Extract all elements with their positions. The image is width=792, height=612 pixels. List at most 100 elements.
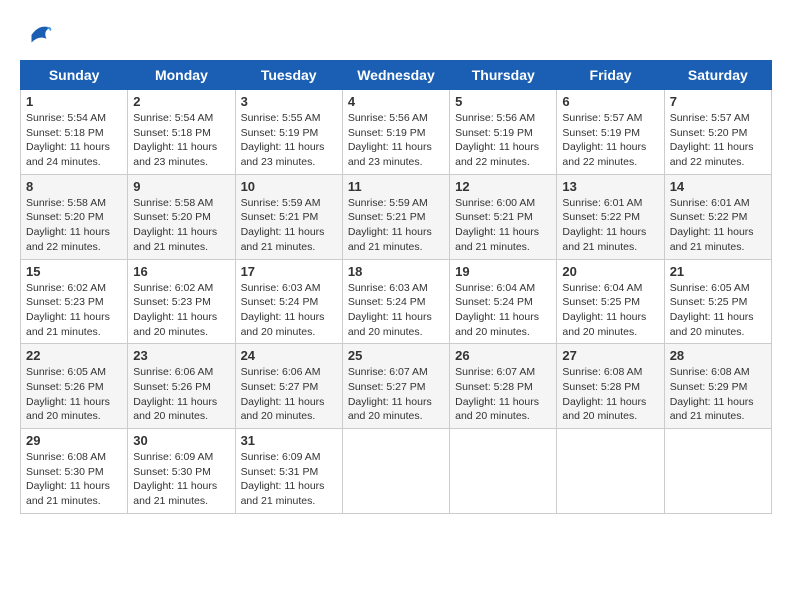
calendar-cell: 1 Sunrise: 5:54 AM Sunset: 5:18 PM Dayli… — [21, 90, 128, 175]
sunset-label: Sunset: 5:24 PM — [455, 296, 533, 308]
calendar-header-wednesday: Wednesday — [342, 61, 449, 90]
day-number: 25 — [348, 348, 444, 363]
day-info: Sunrise: 6:01 AM Sunset: 5:22 PM Dayligh… — [670, 196, 766, 255]
sunrise-label: Sunrise: 5:58 AM — [26, 197, 106, 209]
sunrise-label: Sunrise: 5:55 AM — [241, 112, 321, 124]
daylight-label: Daylight: 11 hours and 21 minutes. — [670, 396, 754, 423]
day-number: 16 — [133, 264, 229, 279]
calendar-cell: 21 Sunrise: 6:05 AM Sunset: 5:25 PM Dayl… — [664, 259, 771, 344]
day-number: 18 — [348, 264, 444, 279]
calendar-cell — [450, 429, 557, 514]
calendar-cell — [664, 429, 771, 514]
sunset-label: Sunset: 5:18 PM — [26, 127, 104, 139]
calendar-cell: 4 Sunrise: 5:56 AM Sunset: 5:19 PM Dayli… — [342, 90, 449, 175]
sunrise-label: Sunrise: 6:02 AM — [133, 282, 213, 294]
day-number: 6 — [562, 94, 658, 109]
day-info: Sunrise: 5:57 AM Sunset: 5:20 PM Dayligh… — [670, 111, 766, 170]
calendar-header-tuesday: Tuesday — [235, 61, 342, 90]
sunset-label: Sunset: 5:19 PM — [562, 127, 640, 139]
sunset-label: Sunset: 5:26 PM — [133, 381, 211, 393]
sunrise-label: Sunrise: 6:05 AM — [26, 366, 106, 378]
day-number: 17 — [241, 264, 337, 279]
day-number: 20 — [562, 264, 658, 279]
day-info: Sunrise: 6:06 AM Sunset: 5:27 PM Dayligh… — [241, 365, 337, 424]
day-number: 29 — [26, 433, 122, 448]
daylight-label: Daylight: 11 hours and 20 minutes. — [241, 311, 325, 338]
day-info: Sunrise: 5:59 AM Sunset: 5:21 PM Dayligh… — [241, 196, 337, 255]
daylight-label: Daylight: 11 hours and 24 minutes. — [26, 141, 110, 168]
daylight-label: Daylight: 11 hours and 20 minutes. — [348, 396, 432, 423]
daylight-label: Daylight: 11 hours and 20 minutes. — [562, 396, 646, 423]
day-number: 13 — [562, 179, 658, 194]
day-info: Sunrise: 6:01 AM Sunset: 5:22 PM Dayligh… — [562, 196, 658, 255]
sunrise-label: Sunrise: 6:03 AM — [241, 282, 321, 294]
sunset-label: Sunset: 5:21 PM — [241, 211, 319, 223]
calendar-body: 1 Sunrise: 5:54 AM Sunset: 5:18 PM Dayli… — [21, 90, 772, 514]
sunset-label: Sunset: 5:24 PM — [241, 296, 319, 308]
day-number: 12 — [455, 179, 551, 194]
daylight-label: Daylight: 11 hours and 20 minutes. — [133, 396, 217, 423]
sunrise-label: Sunrise: 6:06 AM — [133, 366, 213, 378]
calendar-header-saturday: Saturday — [664, 61, 771, 90]
calendar-week-2: 8 Sunrise: 5:58 AM Sunset: 5:20 PM Dayli… — [21, 174, 772, 259]
calendar-cell: 9 Sunrise: 5:58 AM Sunset: 5:20 PM Dayli… — [128, 174, 235, 259]
day-info: Sunrise: 5:56 AM Sunset: 5:19 PM Dayligh… — [348, 111, 444, 170]
sunset-label: Sunset: 5:27 PM — [348, 381, 426, 393]
sunrise-label: Sunrise: 5:57 AM — [562, 112, 642, 124]
day-info: Sunrise: 6:08 AM Sunset: 5:28 PM Dayligh… — [562, 365, 658, 424]
calendar-cell: 17 Sunrise: 6:03 AM Sunset: 5:24 PM Dayl… — [235, 259, 342, 344]
sunset-label: Sunset: 5:22 PM — [562, 211, 640, 223]
day-info: Sunrise: 6:05 AM Sunset: 5:25 PM Dayligh… — [670, 281, 766, 340]
calendar-cell: 13 Sunrise: 6:01 AM Sunset: 5:22 PM Dayl… — [557, 174, 664, 259]
calendar-cell: 10 Sunrise: 5:59 AM Sunset: 5:21 PM Dayl… — [235, 174, 342, 259]
calendar-cell: 23 Sunrise: 6:06 AM Sunset: 5:26 PM Dayl… — [128, 344, 235, 429]
sunset-label: Sunset: 5:30 PM — [133, 466, 211, 478]
sunrise-label: Sunrise: 6:06 AM — [241, 366, 321, 378]
daylight-label: Daylight: 11 hours and 21 minutes. — [241, 226, 325, 253]
sunset-label: Sunset: 5:22 PM — [670, 211, 748, 223]
day-number: 21 — [670, 264, 766, 279]
sunrise-label: Sunrise: 6:02 AM — [26, 282, 106, 294]
sunset-label: Sunset: 5:26 PM — [26, 381, 104, 393]
sunrise-label: Sunrise: 5:59 AM — [348, 197, 428, 209]
day-number: 9 — [133, 179, 229, 194]
calendar-cell: 26 Sunrise: 6:07 AM Sunset: 5:28 PM Dayl… — [450, 344, 557, 429]
calendar-cell: 18 Sunrise: 6:03 AM Sunset: 5:24 PM Dayl… — [342, 259, 449, 344]
calendar-cell: 15 Sunrise: 6:02 AM Sunset: 5:23 PM Dayl… — [21, 259, 128, 344]
day-number: 2 — [133, 94, 229, 109]
daylight-label: Daylight: 11 hours and 22 minutes. — [455, 141, 539, 168]
logo — [20, 20, 54, 50]
calendar-cell: 27 Sunrise: 6:08 AM Sunset: 5:28 PM Dayl… — [557, 344, 664, 429]
day-info: Sunrise: 6:09 AM Sunset: 5:30 PM Dayligh… — [133, 450, 229, 509]
calendar-header-sunday: Sunday — [21, 61, 128, 90]
day-info: Sunrise: 6:02 AM Sunset: 5:23 PM Dayligh… — [133, 281, 229, 340]
daylight-label: Daylight: 11 hours and 22 minutes. — [670, 141, 754, 168]
day-number: 23 — [133, 348, 229, 363]
sunrise-label: Sunrise: 5:54 AM — [26, 112, 106, 124]
daylight-label: Daylight: 11 hours and 23 minutes. — [348, 141, 432, 168]
calendar-cell: 8 Sunrise: 5:58 AM Sunset: 5:20 PM Dayli… — [21, 174, 128, 259]
sunset-label: Sunset: 5:21 PM — [348, 211, 426, 223]
daylight-label: Daylight: 11 hours and 20 minutes. — [455, 311, 539, 338]
sunrise-label: Sunrise: 6:07 AM — [455, 366, 535, 378]
daylight-label: Daylight: 11 hours and 21 minutes. — [133, 480, 217, 507]
calendar-cell — [342, 429, 449, 514]
sunrise-label: Sunrise: 6:05 AM — [670, 282, 750, 294]
sunrise-label: Sunrise: 6:09 AM — [241, 451, 321, 463]
logo-bird-icon — [24, 20, 54, 50]
daylight-label: Daylight: 11 hours and 20 minutes. — [670, 311, 754, 338]
calendar-cell: 16 Sunrise: 6:02 AM Sunset: 5:23 PM Dayl… — [128, 259, 235, 344]
calendar-header-thursday: Thursday — [450, 61, 557, 90]
calendar-cell: 19 Sunrise: 6:04 AM Sunset: 5:24 PM Dayl… — [450, 259, 557, 344]
sunrise-label: Sunrise: 6:07 AM — [348, 366, 428, 378]
calendar-cell: 6 Sunrise: 5:57 AM Sunset: 5:19 PM Dayli… — [557, 90, 664, 175]
sunset-label: Sunset: 5:31 PM — [241, 466, 319, 478]
daylight-label: Daylight: 11 hours and 20 minutes. — [241, 396, 325, 423]
daylight-label: Daylight: 11 hours and 21 minutes. — [670, 226, 754, 253]
daylight-label: Daylight: 11 hours and 21 minutes. — [455, 226, 539, 253]
calendar-cell: 29 Sunrise: 6:08 AM Sunset: 5:30 PM Dayl… — [21, 429, 128, 514]
day-info: Sunrise: 6:07 AM Sunset: 5:28 PM Dayligh… — [455, 365, 551, 424]
sunrise-label: Sunrise: 5:56 AM — [348, 112, 428, 124]
day-info: Sunrise: 6:04 AM Sunset: 5:24 PM Dayligh… — [455, 281, 551, 340]
day-number: 11 — [348, 179, 444, 194]
